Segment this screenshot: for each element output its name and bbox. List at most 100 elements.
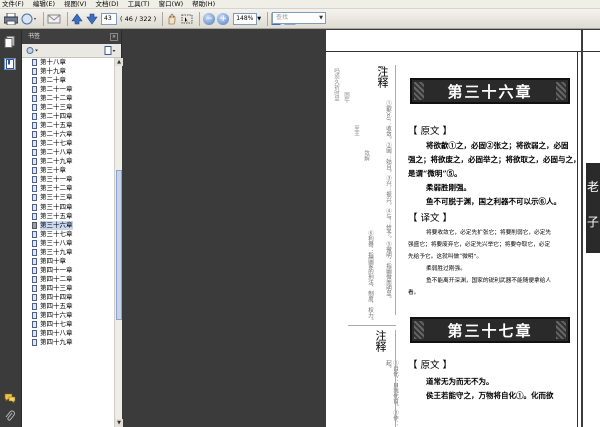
bookmark-item[interactable]: 第四十四章 xyxy=(22,293,114,302)
bookmark-label: 第二十八章 xyxy=(40,148,73,157)
page-count-label: ( 46 / 322 ) xyxy=(120,14,157,23)
scroll-up-icon[interactable]: ▲ xyxy=(115,58,123,66)
zoom-out-icon[interactable]: − xyxy=(203,12,216,25)
bookmark-label: 第四十八章 xyxy=(40,328,73,337)
tools-dropdown-icon[interactable] xyxy=(21,12,37,26)
bookmark-icon xyxy=(32,77,37,85)
bookmark-icon xyxy=(32,86,37,94)
bookmark-item[interactable]: 第二十七章 xyxy=(22,139,114,148)
panel-title-text: 书签 xyxy=(28,33,41,40)
bookmark-icon xyxy=(32,68,37,76)
options-dropdown-icon[interactable] xyxy=(26,46,40,55)
bookmark-item[interactable]: 第十八章 xyxy=(22,58,114,67)
page-number-input[interactable]: 43 xyxy=(101,12,117,25)
bookmark-item[interactable]: 第四十八章 xyxy=(22,329,114,338)
bookmark-item[interactable]: 第四十五章 xyxy=(22,302,114,311)
bookmark-icon xyxy=(32,95,37,103)
bookmark-item[interactable]: 第四十三章 xyxy=(22,284,114,293)
bookmark-icon xyxy=(32,122,37,130)
menu-help[interactable]: 帮助(H) xyxy=(192,0,215,9)
notes-heading: 注释 xyxy=(374,330,387,352)
select-tool-icon[interactable] xyxy=(181,12,193,26)
bookmark-label: 第十八章 xyxy=(40,58,66,67)
attachments-panel-icon[interactable] xyxy=(4,410,16,422)
bookmark-scrollbar[interactable]: ▲ ▼ xyxy=(114,58,123,427)
side-tab-char: 子 xyxy=(587,215,600,229)
bookmark-item[interactable]: 第三十九章 xyxy=(22,248,114,257)
bookmark-label: 第三十九章 xyxy=(40,247,73,256)
search-dropdown-icon[interactable]: ▼ xyxy=(317,13,325,23)
bookmark-item[interactable]: 第十九章 xyxy=(22,67,114,76)
zoom-dropdown-icon[interactable]: ▼ xyxy=(257,16,261,22)
search-input[interactable]: 查找 ▼ xyxy=(272,12,326,24)
menu-view[interactable]: 视图(V) xyxy=(64,0,87,9)
banner-ornament xyxy=(556,82,566,100)
email-icon[interactable] xyxy=(47,12,61,26)
menu-tools[interactable]: 工具(T) xyxy=(128,0,150,9)
bookmark-item[interactable]: 第二十二章 xyxy=(22,94,114,103)
bookmark-label: 第二十五章 xyxy=(40,121,73,130)
bookmark-item[interactable]: 第四十七章 xyxy=(22,320,114,329)
bookmark-icon xyxy=(32,212,37,220)
bookmark-item[interactable]: 第三十六章 xyxy=(22,220,114,230)
print-icon[interactable] xyxy=(4,12,18,26)
menu-edit[interactable]: 编辑(E) xyxy=(33,0,55,9)
pages-panel-icon[interactable] xyxy=(4,36,16,48)
notes-heading: 注释 xyxy=(376,66,389,88)
bookmark-item[interactable]: 第三十五章 xyxy=(22,212,114,221)
page-top-border xyxy=(326,51,581,52)
bookmark-item[interactable]: 第三十七章 xyxy=(22,230,114,239)
toolbar-separator xyxy=(43,11,44,26)
bookmark-item[interactable]: 第二十一章 xyxy=(22,85,114,94)
bookmark-label: 第三十八章 xyxy=(40,238,73,247)
bookmark-item[interactable]: 第四十六章 xyxy=(22,311,114,320)
bookmark-item[interactable]: 第三十三章 xyxy=(22,193,114,202)
bookmark-item[interactable]: 第三十四章 xyxy=(22,203,114,212)
bookmark-item[interactable]: 第二十六章 xyxy=(22,130,114,139)
bookmark-label: 第二十章 xyxy=(40,76,66,85)
bracket-icon: 【 xyxy=(377,63,383,68)
bookmark-icon xyxy=(32,131,37,139)
translation-line: 将要收敛它，必定先扩张它；将要削弱它，必定先 xyxy=(426,230,552,236)
bookmark-item[interactable]: 第二十五章 xyxy=(22,121,114,130)
side-tab-char: 老 xyxy=(587,180,600,194)
notes-divider xyxy=(395,330,396,427)
close-icon[interactable]: × xyxy=(110,33,118,41)
new-bookmark-icon[interactable] xyxy=(104,46,116,55)
bookmark-item[interactable]: 第四十章 xyxy=(22,257,114,266)
bookmarks-panel-icon[interactable] xyxy=(4,58,16,70)
bookmark-item[interactable]: 第二十四章 xyxy=(22,112,114,121)
prev-page-icon[interactable] xyxy=(71,12,83,26)
zoom-select[interactable]: 148% xyxy=(233,12,258,25)
notes-divider xyxy=(395,65,396,315)
bookmark-label: 第二十二章 xyxy=(40,94,73,103)
bookmark-label: 第四十三章 xyxy=(40,283,73,292)
comments-panel-icon[interactable] xyxy=(4,392,16,404)
bookmark-item[interactable]: 第三十八章 xyxy=(22,239,114,248)
original-text-label: 【 原文 】 xyxy=(408,126,453,137)
bookmark-item[interactable]: 第二十九章 xyxy=(22,157,114,166)
translation-line: 鱼不能离开深渊，国家的锐利武器不能随便拿给人 xyxy=(426,278,552,284)
next-page-icon[interactable] xyxy=(86,12,98,26)
bookmark-label: 第四十六章 xyxy=(40,310,73,319)
bookmark-icon xyxy=(32,221,37,229)
bookmark-item[interactable]: 第二十章 xyxy=(22,76,114,85)
bookmark-label: 第四十一章 xyxy=(40,265,73,274)
translation-line: 柔弱胜过刚强。 xyxy=(426,266,466,272)
bookmark-item[interactable]: 第四十二章 xyxy=(22,275,114,284)
chapter-36-title: 第三十六章 xyxy=(447,82,533,101)
scroll-down-icon[interactable]: ▼ xyxy=(115,419,123,427)
bookmark-item[interactable]: 第四十九章 xyxy=(22,338,114,347)
panel-toolbar xyxy=(22,44,121,58)
menu-document[interactable]: 文档(D) xyxy=(96,0,119,9)
menu-file[interactable]: 文件(F) xyxy=(2,0,24,9)
bookmark-item[interactable]: 第四十一章 xyxy=(22,266,114,275)
scrollbar-thumb[interactable] xyxy=(116,170,122,320)
menu-window[interactable]: 窗口(W) xyxy=(159,0,184,9)
bookmark-icon xyxy=(32,284,37,292)
bookmark-item[interactable]: 第二十八章 xyxy=(22,148,114,157)
bookmark-item[interactable]: 第二十三章 xyxy=(22,103,114,112)
original-line: 是谓“微明”⑤。 xyxy=(408,169,462,178)
hand-tool-icon[interactable] xyxy=(166,12,178,26)
zoom-in-icon[interactable]: + xyxy=(217,12,230,25)
